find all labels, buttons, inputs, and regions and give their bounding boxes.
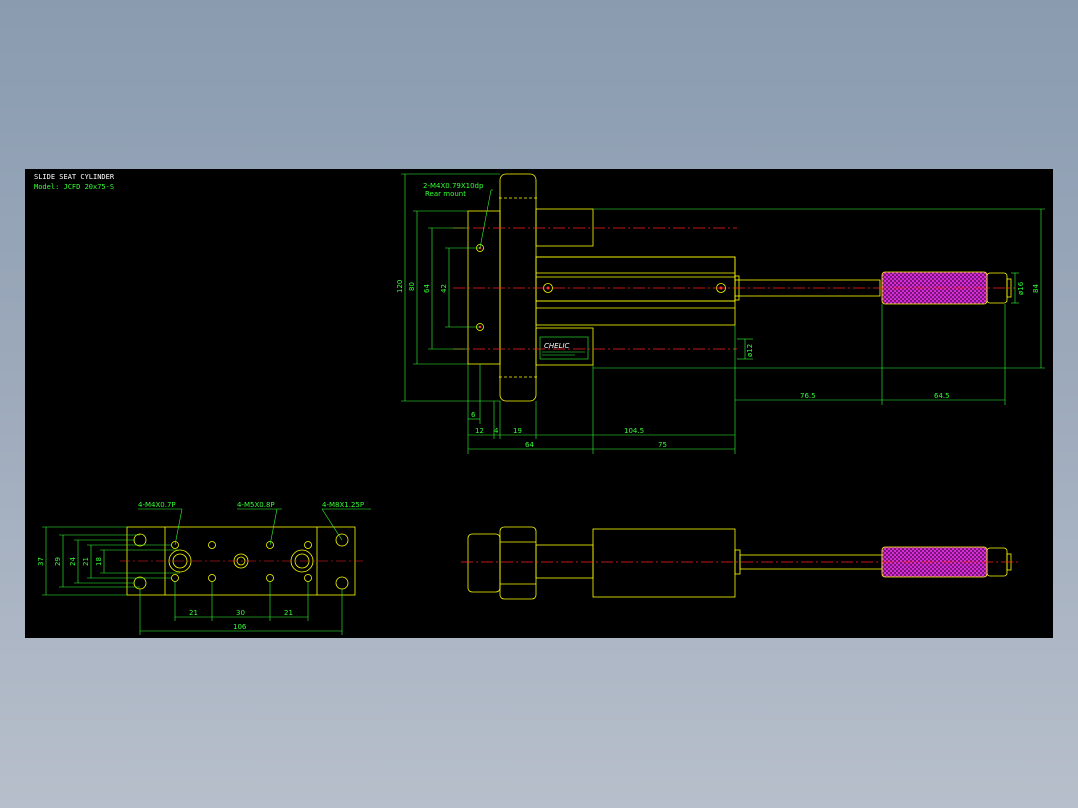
cylinder-body <box>535 256 736 326</box>
callout-m8: 4-M8X1.25P <box>322 501 364 509</box>
callout-m5: 4-M5X0.8P <box>237 501 275 509</box>
dim-30: 30 <box>236 609 245 617</box>
top-mount-plate <box>467 533 501 593</box>
top-flange <box>499 526 537 600</box>
callout-note: Rear mount <box>425 190 466 198</box>
dim-104-5: 104.5 <box>624 427 644 435</box>
dim-64: 64 <box>423 284 431 293</box>
corner-hole-tl <box>133 533 147 547</box>
dim-21-right: 21 <box>284 609 293 617</box>
callout-m4: 4-M4X0.7P <box>138 501 176 509</box>
cylinder-outer <box>535 256 736 302</box>
dim-dia16: ø16 <box>1017 281 1025 295</box>
end-view: 4-M4X0.7P 4-M5X0.8P 4-M8X1.25P 37 29 24 … <box>37 501 371 635</box>
side-view: CHELIC 2-M4X0.79X10dp Rear mount 120 80 … <box>396 173 1045 454</box>
dim-64-5: 64.5 <box>934 392 950 400</box>
dim-24: 24 <box>69 557 77 566</box>
dim-120: 120 <box>396 280 404 293</box>
corner-hole-br <box>335 576 349 590</box>
dim-dia12: ø12 <box>746 344 754 357</box>
top-cylinder <box>592 528 736 598</box>
dim-21-vertical: 21 <box>82 557 90 566</box>
dim-29: 29 <box>54 557 62 566</box>
dim-12: 12 <box>475 427 484 435</box>
top-guide <box>535 544 594 579</box>
dim-21-left: 21 <box>189 609 198 617</box>
callout-rear-mount: 2-M4X0.79X10dp <box>423 182 484 190</box>
dim-64-bottom: 64 <box>525 441 534 449</box>
dim-6: 6 <box>471 411 476 419</box>
guide-rod-upper <box>535 208 594 247</box>
drawing-svg: CHELIC 2-M4X0.79X10dp Rear mount 120 80 … <box>37 173 1045 635</box>
dim-80: 80 <box>408 282 416 291</box>
dim-19: 19 <box>513 427 522 435</box>
dim-75: 75 <box>658 441 667 449</box>
dim-37: 37 <box>37 557 45 566</box>
dim-4: 4 <box>494 427 499 435</box>
rear-flange <box>499 173 537 402</box>
dim-84: 84 <box>1032 284 1040 293</box>
dim-106: 106 <box>233 623 247 631</box>
dim-18: 18 <box>95 557 103 566</box>
top-view <box>461 526 1021 600</box>
dim-42: 42 <box>440 284 448 293</box>
cad-drawing-canvas: SLIDE SEAT CYLINDER Model: JCFD 20x75-S <box>25 169 1053 638</box>
mount-plate <box>467 210 501 365</box>
dim-76-5: 76.5 <box>800 392 816 400</box>
